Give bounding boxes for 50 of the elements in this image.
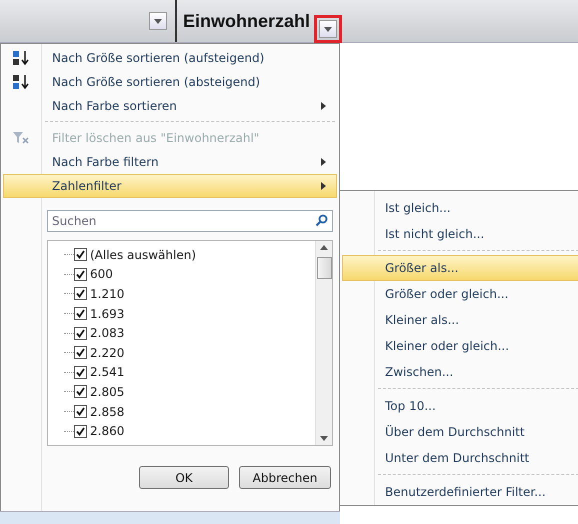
value-item[interactable]: (Alles auswählen) [64,245,315,265]
menu-item[interactable]: Größer oder gleich... [342,281,578,308]
caret-icon [154,18,162,24]
value-item[interactable]: 2.805 [64,382,315,402]
checkbox[interactable] [74,385,87,398]
search-icon [315,214,328,227]
checkbox[interactable] [74,287,87,300]
menu-item[interactable]: Nach Farbe filtern [3,150,337,174]
checkbox[interactable] [74,268,87,281]
value-item[interactable]: 2.220 [64,342,315,363]
menu-item[interactable]: Kleiner oder gleich... [342,333,578,360]
scroll-thumb[interactable] [316,257,332,279]
menu-item[interactable]: Nach Farbe sortieren [3,94,337,118]
menu-item[interactable]: Größer als... [342,254,578,281]
menu-item[interactable]: Zahlenfilter [3,174,337,198]
ok-button[interactable]: OK [139,466,229,489]
checkbox[interactable] [74,326,87,340]
menu-item[interactable]: Top 10... [342,393,578,420]
scrollbar[interactable] [315,241,332,445]
caret-icon [324,26,332,32]
checkbox[interactable] [74,307,87,320]
column-header: Einwohnerzahl [182,10,310,32]
value-item[interactable]: 2.083 [64,323,315,343]
value-item[interactable]: 1.210 [64,284,315,304]
cancel-button[interactable]: Abbrechen [239,466,331,489]
value-item[interactable]: 1.693 [64,304,315,324]
checkbox[interactable] [74,405,87,418]
menu-item[interactable]: Kleiner als... [342,307,578,334]
dropdown-button[interactable] [319,20,337,38]
menu-item[interactable]: Unter dem Durchschnitt [342,445,578,472]
menu-item[interactable]: Benutzerdefinierter Filter... [342,479,578,506]
checkbox[interactable] [74,366,87,379]
value-item[interactable]: 600 [64,264,315,284]
value-item[interactable]: 2.858 [64,402,315,422]
menu-item[interactable]: Nach Größe sortieren (absteigend) [3,70,337,94]
checkbox[interactable] [74,346,87,360]
search-field[interactable]: Suchen [47,210,333,232]
menu-item[interactable]: Über dem Durchschnitt [342,419,578,446]
menu-item[interactable]: Zwischen... [342,359,578,386]
menu-item[interactable]: Ist nicht gleich... [342,221,578,248]
checkbox[interactable] [74,424,87,438]
value-item[interactable]: 2.860 [64,421,315,441]
dropdown-button[interactable] [148,12,167,30]
checkbox[interactable] [74,248,87,262]
caret-icon [320,436,328,441]
menu-item[interactable]: Nach Größe sortieren (aufsteigend) [3,46,337,70]
caret-icon [320,245,328,250]
clear-filter-icon [12,130,30,146]
value-item[interactable]: 2.541 [64,362,315,382]
menu-item[interactable]: Ist gleich... [342,195,578,222]
